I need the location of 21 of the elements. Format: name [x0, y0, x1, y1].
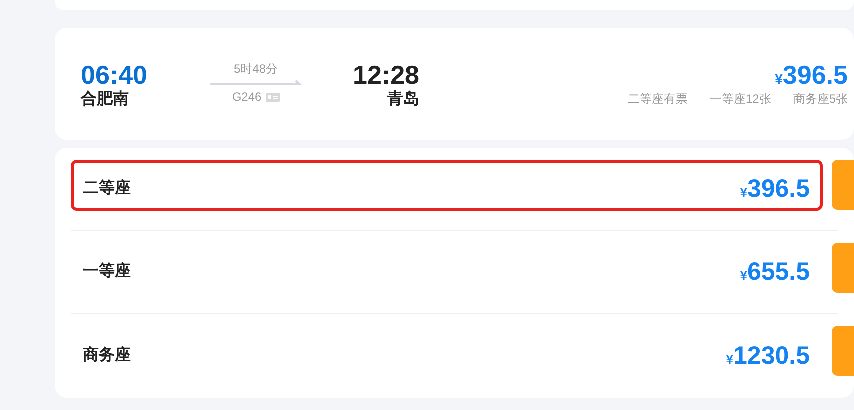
- id-card-icon: [266, 92, 280, 102]
- book-button[interactable]: [832, 243, 854, 293]
- seat-class-label: 商务座: [83, 345, 131, 366]
- arrival-station: 青岛: [388, 90, 420, 110]
- seat-class-label: 二等座: [83, 178, 131, 199]
- book-button[interactable]: [832, 160, 854, 210]
- price-label: ¥396.5: [775, 60, 848, 90]
- train-number: G246: [232, 90, 262, 104]
- departure-station: 合肥南: [81, 90, 130, 110]
- seat-price: ¥396.5: [740, 174, 810, 204]
- availability-label: 商务座5张: [793, 92, 848, 106]
- seat-class-label: 一等座: [83, 261, 131, 282]
- book-button[interactable]: [832, 326, 854, 376]
- availability-label: 一等座12张: [710, 92, 772, 106]
- availability-label: 二等座有票: [628, 92, 688, 106]
- train-card[interactable]: 06:40 合肥南 5时48分 G246 12:28 青岛 ¥396.5 二等座有票 一等座12张 商务座5张: [55, 28, 854, 140]
- seat-price: ¥655.5: [740, 257, 810, 287]
- duration-label: 5时48分: [234, 62, 278, 76]
- arrival-time: 12:28: [353, 60, 420, 90]
- departure-time: 06:40: [81, 60, 148, 90]
- seat-price: ¥1230.5: [726, 340, 810, 370]
